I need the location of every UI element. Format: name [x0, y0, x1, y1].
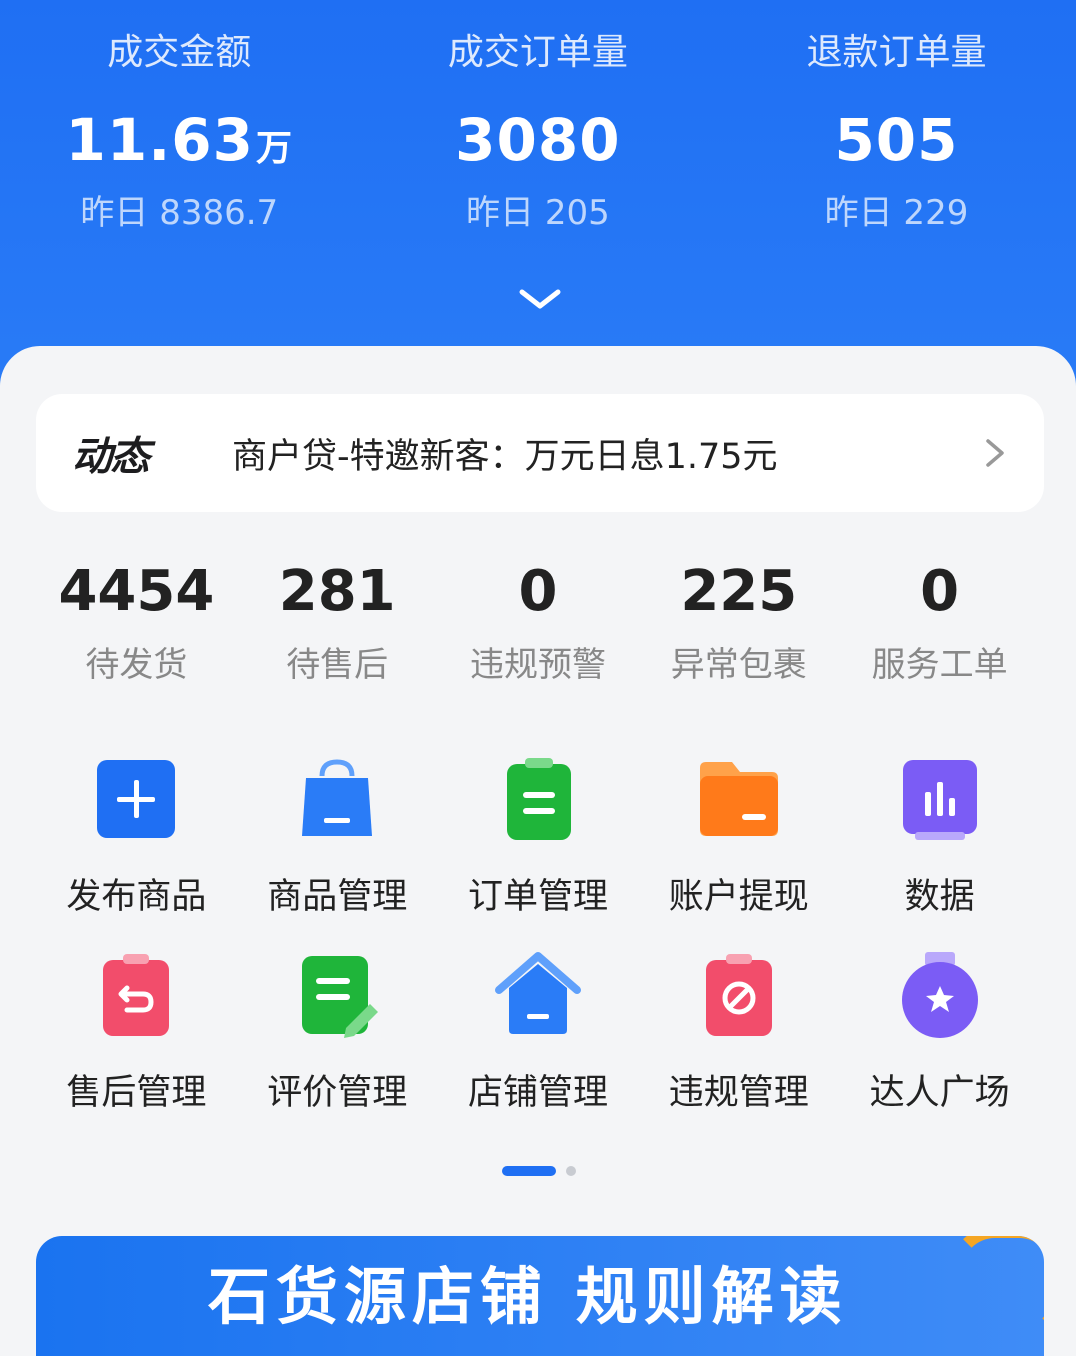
store-home-icon	[494, 952, 581, 1034]
prohibited-icon	[705, 954, 772, 1036]
tool-order-management[interactable]: 订单管理	[438, 754, 639, 950]
count-value: 0	[518, 559, 558, 624]
count-value: 225	[680, 559, 798, 624]
tool-row: 发布商品 商品管理 订单管理 账户提现 数据	[36, 754, 1040, 950]
notice-tag: 动态	[72, 434, 150, 480]
notice-text: 商户贷-特邀新客：万元日息1.75元	[232, 436, 778, 477]
stat-number: 3080	[455, 106, 621, 174]
stats-row: 成交金额 11.63万 昨日 8386.7 成交订单量 3080 昨日 205 …	[0, 28, 1076, 238]
tool-label: 账户提现	[668, 877, 809, 917]
plus-icon	[97, 760, 176, 838]
tool-label: 评价管理	[267, 1073, 408, 1113]
count-value: 4454	[58, 559, 215, 624]
tool-influencer-plaza[interactable]: 达人广场	[839, 950, 1040, 1146]
count-label: 违规预警	[469, 645, 606, 685]
stat-orders[interactable]: 成交订单量 3080 昨日 205	[359, 28, 718, 238]
stat-value: 11.63万	[0, 100, 359, 180]
count-violation-warning[interactable]: 0 违规预警	[438, 554, 639, 690]
stat-number: 11.63	[65, 106, 255, 174]
order-counts: 4454 待发货 281 待售后 0 违规预警 225 异常包裹 0 服务工单	[36, 554, 1040, 690]
count-label: 待售后	[286, 645, 389, 685]
stat-label: 成交金额	[107, 32, 252, 73]
tool-review-management[interactable]: 评价管理	[237, 950, 438, 1146]
page-indicator[interactable]	[502, 1166, 576, 1176]
stat-label: 退款订单量	[806, 32, 987, 73]
tool-account-withdraw[interactable]: 账户提现	[638, 754, 839, 950]
main-panel: 动态 商户贷-特邀新客：万元日息1.75元 4454 待发货 281 待售后 0…	[0, 346, 1076, 1356]
tool-product-management[interactable]: 商品管理	[237, 754, 438, 950]
count-label: 待发货	[85, 645, 188, 685]
banner-decoration	[950, 1236, 1044, 1340]
notice-bar[interactable]: 动态 商户贷-特邀新客：万元日息1.75元	[36, 394, 1044, 512]
count-value: 0	[920, 559, 960, 624]
stat-value: 505	[717, 100, 1076, 180]
wallet-folder-icon	[699, 762, 778, 836]
chevron-down-icon[interactable]	[518, 286, 562, 312]
medal-star-icon	[901, 952, 978, 1038]
tool-row: 售后管理 评价管理 店铺管理 违规管理 达人广场	[36, 950, 1040, 1146]
tool-label: 商品管理	[267, 877, 408, 917]
count-abnormal-package[interactable]: 225 异常包裹	[638, 554, 839, 690]
tool-violation-management[interactable]: 违规管理	[638, 950, 839, 1146]
stat-refunds[interactable]: 退款订单量 505 昨日 229	[717, 28, 1076, 238]
tool-label: 数据	[904, 877, 975, 917]
tool-label: 发布商品	[66, 877, 207, 917]
count-label: 服务工单	[871, 645, 1008, 685]
review-icon	[302, 956, 379, 1038]
stat-yesterday: 昨日 229	[824, 193, 969, 233]
tool-label: 违规管理	[668, 1073, 809, 1113]
count-pending-shipment[interactable]: 4454 待发货	[36, 554, 237, 690]
banner-text: 石货源店铺 规则解读	[208, 1260, 848, 1333]
stat-gmv[interactable]: 成交金额 11.63万 昨日 8386.7	[0, 28, 359, 238]
chevron-right-icon	[986, 439, 1004, 467]
stat-unit: 万	[256, 128, 294, 169]
tool-label: 店铺管理	[467, 1073, 608, 1113]
stat-value: 3080	[359, 100, 718, 180]
count-service-ticket[interactable]: 0 服务工单	[839, 554, 1040, 690]
return-icon	[103, 954, 170, 1036]
page-dot	[566, 1166, 576, 1176]
clipboard-icon	[506, 758, 571, 840]
stat-number: 505	[834, 106, 959, 174]
tool-label: 达人广场	[869, 1073, 1010, 1113]
bar-chart-icon	[902, 760, 977, 840]
count-value: 281	[278, 559, 396, 624]
count-label: 异常包裹	[670, 645, 807, 685]
stat-label: 成交订单量	[447, 32, 628, 73]
tool-data[interactable]: 数据	[839, 754, 1040, 950]
shopping-bag-icon	[302, 759, 373, 836]
tool-store-management[interactable]: 店铺管理	[438, 950, 639, 1146]
promo-banner[interactable]: 石货源店铺 规则解读	[36, 1236, 1044, 1356]
tool-publish-product[interactable]: 发布商品	[36, 754, 237, 950]
tool-label: 售后管理	[66, 1073, 207, 1113]
count-pending-aftersale[interactable]: 281 待售后	[237, 554, 438, 690]
stat-yesterday: 昨日 8386.7	[80, 193, 279, 233]
tool-label: 订单管理	[467, 877, 608, 917]
tool-grid: 发布商品 商品管理 订单管理 账户提现 数据 售后管理 评价管理 店铺管理 违规…	[36, 754, 1040, 1146]
stat-yesterday: 昨日 205	[466, 193, 610, 233]
tool-aftersale-management[interactable]: 售后管理	[36, 950, 237, 1146]
page-dot-active	[502, 1166, 556, 1176]
